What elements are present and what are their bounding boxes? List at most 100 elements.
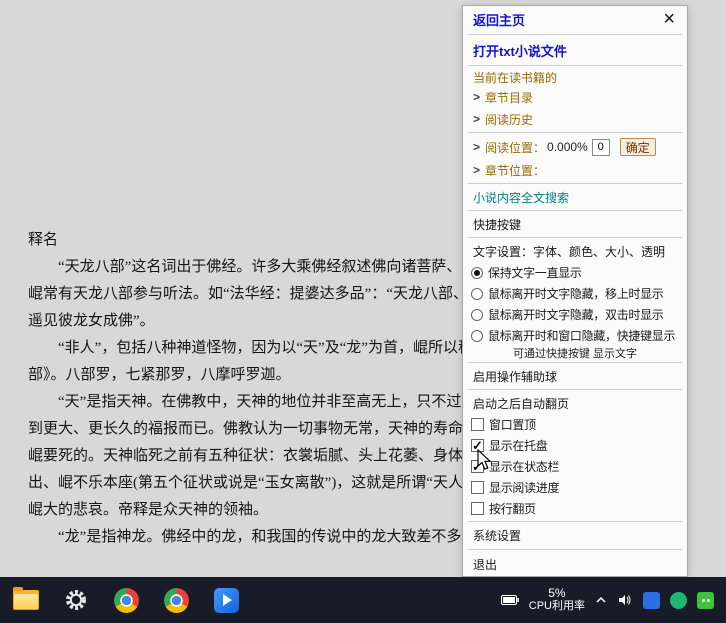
chrome-icon-2[interactable] [162,586,190,614]
chevron-right-icon: > [473,90,480,104]
chrome-logo-icon [164,588,189,613]
play-icon [214,588,239,613]
file-explorer-icon[interactable] [12,586,40,614]
chrome-icon[interactable] [112,586,140,614]
close-icon[interactable]: × [663,9,675,29]
radio-label: 鼠标离开时文字隐藏，双击时显示 [488,306,664,323]
reading-position-input[interactable] [592,139,610,156]
checkbox-label: 显示在托盘 [489,437,548,454]
open-file-row[interactable]: 打开txt小说文件 [463,37,687,63]
exit-item[interactable]: 退出 [463,552,687,576]
checkbox-label: 按行翻页 [489,500,536,517]
chevron-right-icon: > [473,163,480,177]
separator [468,549,682,550]
reader-line: “非人”，包括八种神道怪物，因为以“天”及“龙”为首，崐所以称为 [28,335,462,362]
battery-icon[interactable] [501,595,519,605]
gear-icon [64,588,88,612]
confirm-button[interactable]: 确定 [620,138,656,156]
assist-ball-item[interactable]: 启用操作辅助球 [463,365,687,387]
reading-position-label: 阅读位置： [485,139,545,156]
chapter-toc-label: 章节目录 [485,89,533,106]
system-tray: 5% CPU利用率 [501,587,726,613]
separator [468,210,682,211]
radio-button[interactable] [471,267,483,279]
reader-line: 崐要死的。天神临死之前有五种征状：衣裳垢腻、头上花萎、身体臭 [28,443,462,470]
reader-line: 部》。八部罗，七紧那罗，八摩呼罗迦。 [28,362,462,389]
separator [468,34,682,35]
radio-label: 鼠标离开时文字隐藏，移上时显示 [488,285,664,302]
separator [468,183,682,184]
reading-position-row: > 阅读位置： 0.000% 确定 [463,135,687,159]
play-triangle-icon [223,594,232,606]
radio-button[interactable] [471,288,483,300]
chevron-up-icon[interactable] [595,596,607,604]
separator [468,362,682,363]
chapter-position-item[interactable]: > 章节位置： [463,159,687,181]
checkbox-show-in-statusbar[interactable]: 显示在状态栏 [463,456,687,477]
home-link[interactable]: 返回主页 [473,10,525,29]
reader-line: 出、崐不乐本座(第五个征状或说是“玉女离散”)，这就是所谓“天人五 [28,470,462,497]
separator [468,521,682,522]
text-settings-item[interactable]: 文字设置：字体、颜色、大小、透明 [463,240,687,262]
system-settings-item[interactable]: 系统设置 [463,524,687,547]
reader-line: 崐大的悲哀。帝释是众天神的领袖。 [28,497,462,524]
radio-button[interactable] [471,309,483,321]
system-settings-label: 系统设置 [473,527,521,544]
auto-page-item[interactable]: 启动之后自动翻页 [463,392,687,414]
shortcut-keys-label: 快捷按键 [473,216,521,233]
reader-line: “天”是指天神。在佛教中，天神的地位并非至高无上，只不过比 [28,389,462,416]
open-txt-file-link[interactable]: 打开txt小说文件 [473,41,567,60]
separator [468,132,682,133]
tray-app-green-circle-icon[interactable] [670,592,687,609]
chapter-toc-item[interactable]: > 章节目录 [463,86,687,108]
cpu-label: CPU利用率 [529,600,585,613]
auto-page-label: 启动之后自动翻页 [473,395,569,412]
text-settings-label: 文字设置：字体、颜色、大小、透明 [473,243,665,260]
exit-label: 退出 [473,556,497,573]
checkbox[interactable] [471,439,484,452]
radio-button[interactable] [471,330,483,342]
fulltext-search-item[interactable]: 小说内容全文搜索 [463,186,687,208]
volume-icon[interactable] [617,592,633,608]
radio-label: 保持文字一直显示 [488,264,582,281]
reader-line: 释名 [28,227,462,254]
tray-app-blue-icon[interactable] [643,592,660,609]
checkbox-show-in-tray[interactable]: 显示在托盘 [463,435,687,456]
checkbox-page-by-line[interactable]: 按行翻页 [463,498,687,519]
separator [468,389,682,390]
shortcut-hint: 可通过快捷按键 显示文字 [463,346,687,360]
checkbox[interactable] [471,481,484,494]
reader-line: 遥见彼龙女成佛”。 [28,308,462,335]
reader-line: 崐常有天龙八部参与听法。如“法华经：提婆达多品”：“天龙八部、人 [28,281,462,308]
checkbox-label: 显示阅读进度 [489,479,559,496]
reading-history-item[interactable]: > 阅读历史 [463,108,687,130]
separator [468,237,682,238]
menu-panel: 返回主页 × 打开txt小说文件 当前在读书籍的 > 章节目录 > 阅读历史 >… [462,5,688,577]
cpu-usage-widget[interactable]: 5% CPU利用率 [529,587,585,613]
radio-option-hide-show-hover[interactable]: 鼠标离开时文字隐藏，移上时显示 [463,283,687,304]
chevron-right-icon: > [473,140,480,154]
radio-option-keep-visible[interactable]: 保持文字一直显示 [463,262,687,283]
checkbox-window-topmost[interactable]: 窗口置顶 [463,414,687,435]
chrome-logo-icon [114,588,139,613]
checkbox-label: 显示在状态栏 [489,458,559,475]
checkbox[interactable] [471,418,484,431]
checkbox[interactable] [471,460,484,473]
reading-history-label: 阅读历史 [485,111,533,128]
media-app-icon[interactable] [212,586,240,614]
settings-gear-icon[interactable] [62,586,90,614]
reader-line: “天龙八部”这名词出于佛经。许多大乘佛经叙述佛向诸菩萨、比 [28,254,462,281]
checkbox-show-progress[interactable]: 显示阅读进度 [463,477,687,498]
current-book-row: 当前在读书籍的 [463,68,687,86]
radio-option-hide-window-shortcut[interactable]: 鼠标离开时和窗口隐藏，快捷键显示 [463,325,687,346]
current-book-label: 当前在读书籍的 [473,69,557,86]
checkbox[interactable] [471,502,484,515]
reader-line: “龙”是指神龙。佛经中的龙，和我国的传说中的龙大致差不多，不 [28,524,462,551]
folder-icon [13,590,39,610]
radio-label: 鼠标离开时和窗口隐藏，快捷键显示 [488,327,675,344]
reader-window[interactable]: 释名 “天龙八部”这名词出于佛经。许多大乘佛经叙述佛向诸菩萨、比 崐常有天龙八部… [28,227,462,559]
shortcut-hint-label: 可通过快捷按键 显示文字 [513,345,637,361]
radio-option-hide-show-dblclick[interactable]: 鼠标离开时文字隐藏，双击时显示 [463,304,687,325]
shortcut-keys-item[interactable]: 快捷按键 [463,213,687,235]
tray-app-green-square-icon[interactable] [697,592,714,609]
